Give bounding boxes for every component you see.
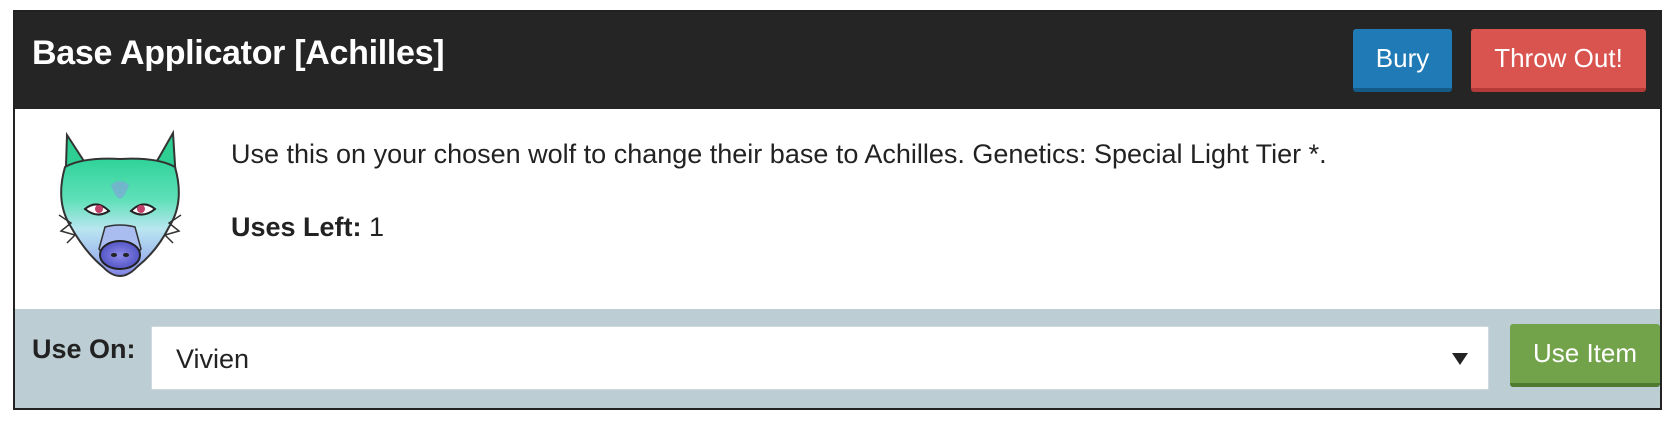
uses-left: Uses Left: 1 [231, 212, 384, 243]
use-item-button[interactable]: Use Item [1510, 324, 1660, 387]
item-panel: Base Applicator [Achilles] Bury Throw Ou… [13, 10, 1662, 410]
wolf-select-value: Vivien [176, 344, 250, 374]
chevron-down-icon [1452, 353, 1468, 365]
uses-left-label: Uses Left: [231, 212, 362, 242]
item-header: Base Applicator [Achilles] Bury Throw Ou… [15, 12, 1660, 109]
bury-button[interactable]: Bury [1353, 29, 1452, 92]
use-on-label: Use On: [32, 334, 136, 364]
item-title: Base Applicator [Achilles] [32, 34, 445, 72]
use-on-bar: Use On: Vivien Use Item [15, 309, 1660, 408]
item-body: Use this on your chosen wolf to change t… [15, 109, 1660, 309]
throw-out-button[interactable]: Throw Out! [1471, 29, 1646, 92]
wolf-head-icon [58, 129, 182, 277]
uses-left-value: 1 [369, 212, 385, 242]
item-description: Use this on your chosen wolf to change t… [231, 139, 1327, 169]
wolf-select[interactable]: Vivien [151, 326, 1489, 390]
